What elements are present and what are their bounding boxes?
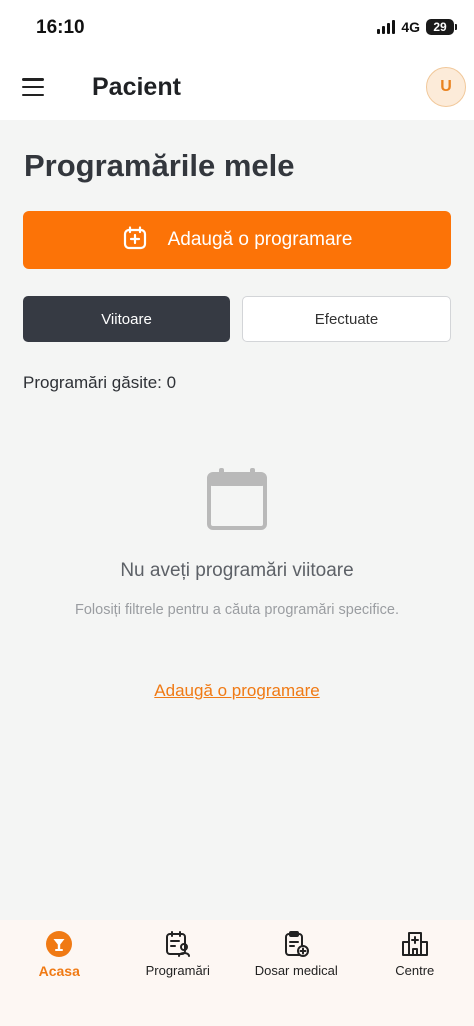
avatar-initial: U <box>440 78 452 95</box>
avatar[interactable]: U <box>426 67 466 107</box>
tab-completed[interactable]: Efectuate <box>242 296 451 342</box>
app-header: Pacient U <box>0 56 474 120</box>
network-type: 4G <box>401 19 420 35</box>
bottom-nav: Acasa Programări Dosar medical Centre <box>0 920 474 1026</box>
empty-state-title: Nu aveți programări viitoare <box>120 560 354 581</box>
hospital-icon <box>400 929 430 959</box>
home-icon <box>44 929 74 959</box>
add-appointment-label: Adaugă o programare <box>167 229 353 250</box>
add-appointment-button[interactable]: Adaugă o programare <box>23 211 451 269</box>
tab-upcoming[interactable]: Viitoare <box>23 296 230 342</box>
appointments-icon <box>163 929 193 959</box>
status-bar: 16:10 4G 29 <box>0 0 474 56</box>
appointment-tabs: Viitoare Efectuate <box>23 296 451 342</box>
add-appointment-link[interactable]: Adaugă o programare <box>0 681 474 701</box>
nav-item-appointments[interactable]: Programări <box>119 920 238 1026</box>
calendar-add-icon <box>122 225 148 256</box>
nav-label-home: Acasa <box>38 963 80 979</box>
page-title: Programările mele <box>24 148 295 183</box>
status-time: 16:10 <box>36 17 85 38</box>
battery-level: 29 <box>433 20 447 34</box>
medical-record-icon <box>281 929 311 959</box>
header-title: Pacient <box>92 73 181 101</box>
calendar-icon <box>207 468 267 530</box>
battery-icon: 29 <box>426 19 457 35</box>
signal-icon <box>377 20 396 34</box>
hamburger-menu-icon[interactable] <box>22 78 44 96</box>
status-indicators: 4G 29 <box>377 19 457 35</box>
nav-item-home[interactable]: Acasa <box>0 920 119 1026</box>
nav-label-centers: Centre <box>395 963 435 978</box>
nav-item-centers[interactable]: Centre <box>356 920 474 1026</box>
nav-item-medical-record[interactable]: Dosar medical <box>237 920 356 1026</box>
empty-state-subtitle: Folosiți filtrele pentru a căuta program… <box>75 602 399 618</box>
nav-label-medical-record: Dosar medical <box>254 963 338 978</box>
appointments-count: Programări găsite: 0 <box>23 373 177 392</box>
nav-label-appointments: Programări <box>145 963 210 978</box>
